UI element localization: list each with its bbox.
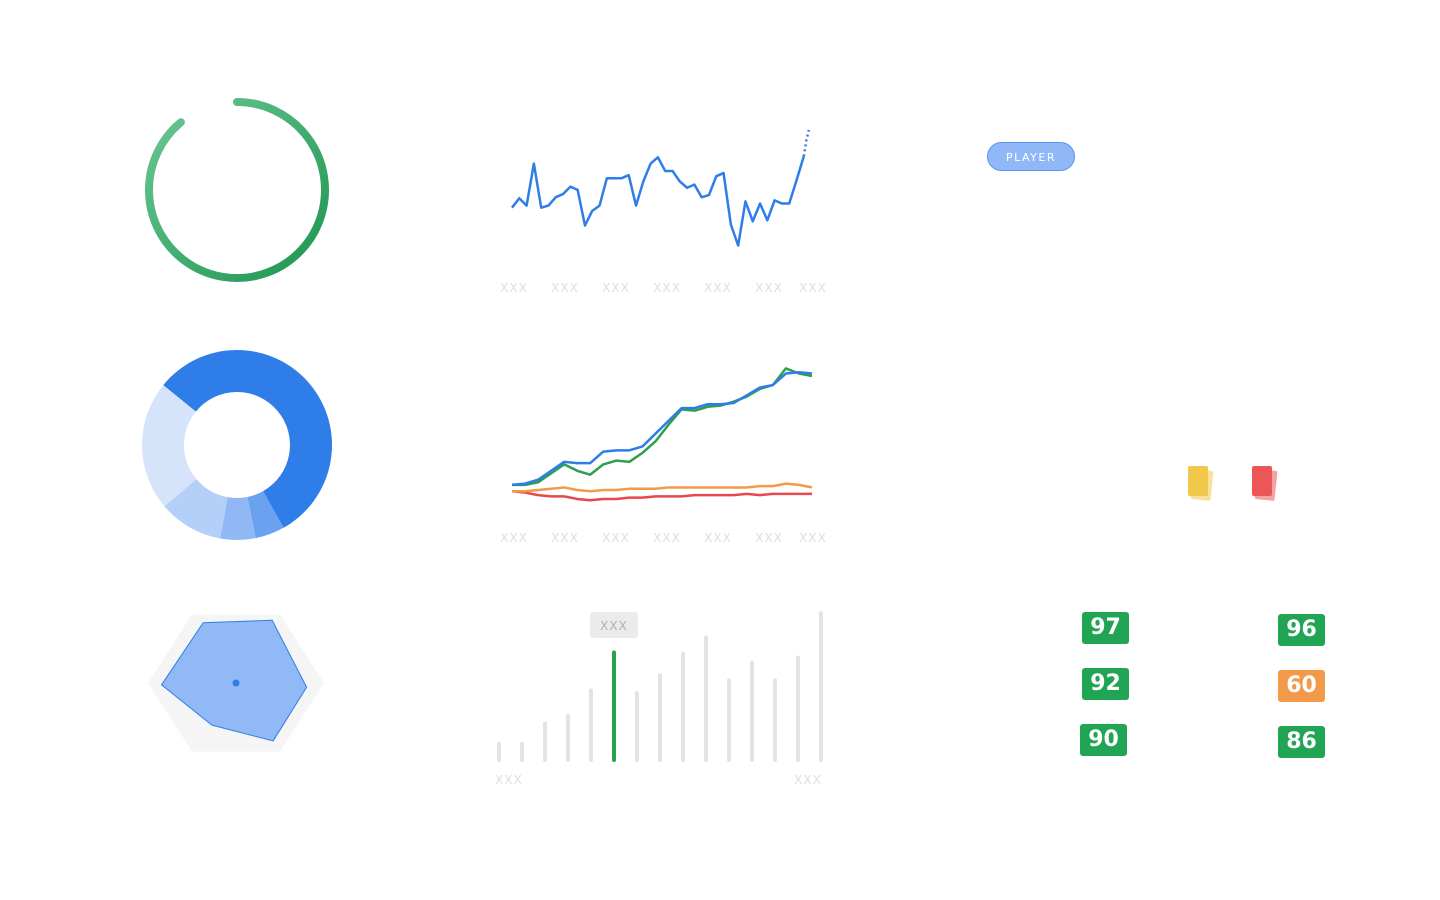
line-series [511, 490, 812, 502]
rating-badge: 86 [1278, 726, 1325, 758]
line-chart-multi: XXX XXX XXX XXX XXX XXX XXX [500, 367, 827, 545]
x-tick-label: XXX [799, 281, 827, 295]
x-tick-label: XXX [799, 531, 827, 545]
rating-badge: 96 [1278, 614, 1325, 646]
rating-badge: 97 [1082, 612, 1129, 644]
x-tick-label: XXX [704, 281, 732, 295]
x-tick-label: XXX [755, 281, 783, 295]
x-tick-label: XXX [500, 531, 528, 545]
progress-ring-arc [145, 98, 329, 282]
x-tick-label: XXX [495, 773, 523, 787]
bar [681, 651, 685, 762]
x-tick-label: XXX [551, 281, 579, 295]
radar-center-dot [232, 679, 240, 687]
bar [543, 721, 547, 762]
x-tick-label: XXX [794, 773, 822, 787]
bar [819, 611, 823, 762]
bar [796, 655, 800, 762]
projected-line [802, 129, 811, 157]
x-tick-label: XXX [500, 281, 528, 295]
x-tick-label: XXX [704, 531, 732, 545]
bar [566, 713, 570, 762]
rating-badge: 90 [1080, 724, 1127, 756]
x-tick-label: XXX [755, 531, 783, 545]
bar [727, 678, 731, 762]
player-pill[interactable]: PLAYER [987, 142, 1075, 171]
line-series [512, 482, 813, 493]
rating-badge: 60 [1278, 670, 1325, 702]
bar [750, 660, 754, 762]
rating-badge: 92 [1082, 668, 1129, 700]
bar [658, 673, 662, 762]
bar [589, 688, 593, 762]
bar-chart: XXX XXX XXX [495, 611, 823, 787]
tooltip-label: XXX [600, 619, 628, 633]
bar [635, 691, 639, 762]
x-tick-label: XXX [653, 281, 681, 295]
bar [612, 650, 616, 762]
x-tick-label: XXX [653, 531, 681, 545]
bar [520, 741, 524, 762]
bar [704, 635, 708, 762]
bar [497, 741, 501, 762]
progress-ring [145, 98, 329, 282]
line-chart-top: XXX XXX XXX XXX XXX XXX XXX [500, 129, 827, 295]
donut-chart [142, 350, 332, 540]
x-tick-label: XXX [602, 531, 630, 545]
line-series [511, 155, 806, 247]
radar-chart [148, 614, 324, 752]
bar [773, 678, 777, 762]
line-series [511, 370, 813, 487]
x-tick-label: XXX [602, 281, 630, 295]
x-tick-label: XXX [551, 531, 579, 545]
